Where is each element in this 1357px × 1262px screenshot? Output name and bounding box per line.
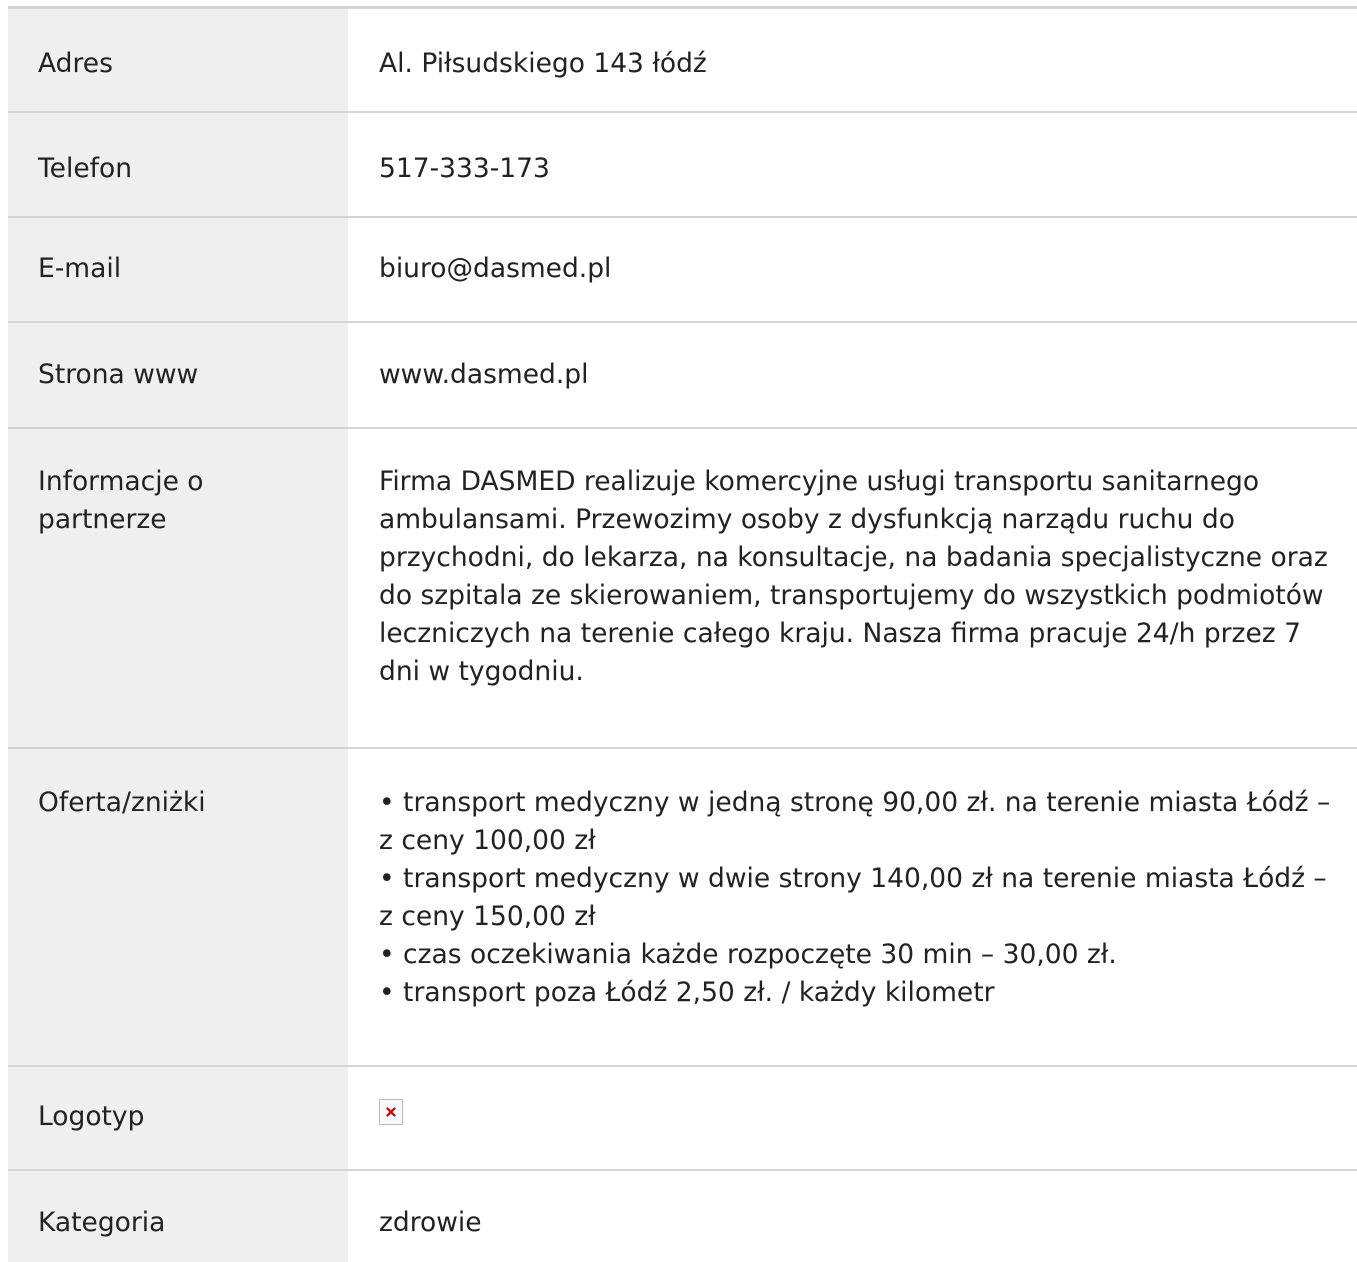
phone-value: 517-333-173 [348,111,1357,218]
address-value: Al. Piłsudskiego 143 łódź [348,7,1357,113]
row-email: E-mail biuro@dasmed.pl [8,216,1357,323]
row-phone: Telefon 517-333-173 [8,111,1357,218]
email-value: biuro@dasmed.pl [348,216,1357,323]
broken-image-x-mark [386,1106,396,1117]
phone-label: Telefon [8,111,348,218]
offer-line-4: • transport poza Łódź 2,50 zł. / każdy k… [379,976,995,1008]
logo-label: Logotyp [8,1065,348,1171]
address-label: Adres [8,7,348,113]
email-label: E-mail [8,216,348,323]
row-logo: Logotyp [8,1065,1357,1171]
partner-info-table: Adres Al. Piłsudskiego 143 łódź Telefon … [8,6,1357,1262]
offer-line-1: • transport medyczny w jedną stronę 90,0… [379,786,1331,856]
offer-value: • transport medyczny w jedną stronę 90,0… [348,747,1357,1067]
website-label: Strona www [8,321,348,429]
broken-image-icon [379,1098,403,1125]
partner-info-label: Informacje o partnerze [8,427,348,749]
offer-label: Oferta/zniżki [8,747,348,1067]
logo-value [348,1065,1357,1171]
category-label: Kategoria [8,1169,348,1262]
offer-line-3: • czas oczekiwania każde rozpoczęte 30 m… [379,938,1117,970]
partner-info-page: Adres Al. Piłsudskiego 143 łódź Telefon … [0,0,1357,1262]
row-category: Kategoria zdrowie [8,1169,1357,1262]
row-website: Strona www www.dasmed.pl [8,321,1357,429]
row-offer: Oferta/zniżki • transport medyczny w jed… [8,747,1357,1067]
offer-line-2: • transport medyczny w dwie strony 140,0… [379,862,1327,932]
row-address: Adres Al. Piłsudskiego 143 łódź [8,7,1357,113]
row-partner-info: Informacje o partnerze Firma DASMED real… [8,427,1357,749]
website-value: www.dasmed.pl [348,321,1357,429]
partner-info-value: Firma DASMED realizuje komercyjne usługi… [348,427,1357,749]
category-value: zdrowie [348,1169,1357,1262]
